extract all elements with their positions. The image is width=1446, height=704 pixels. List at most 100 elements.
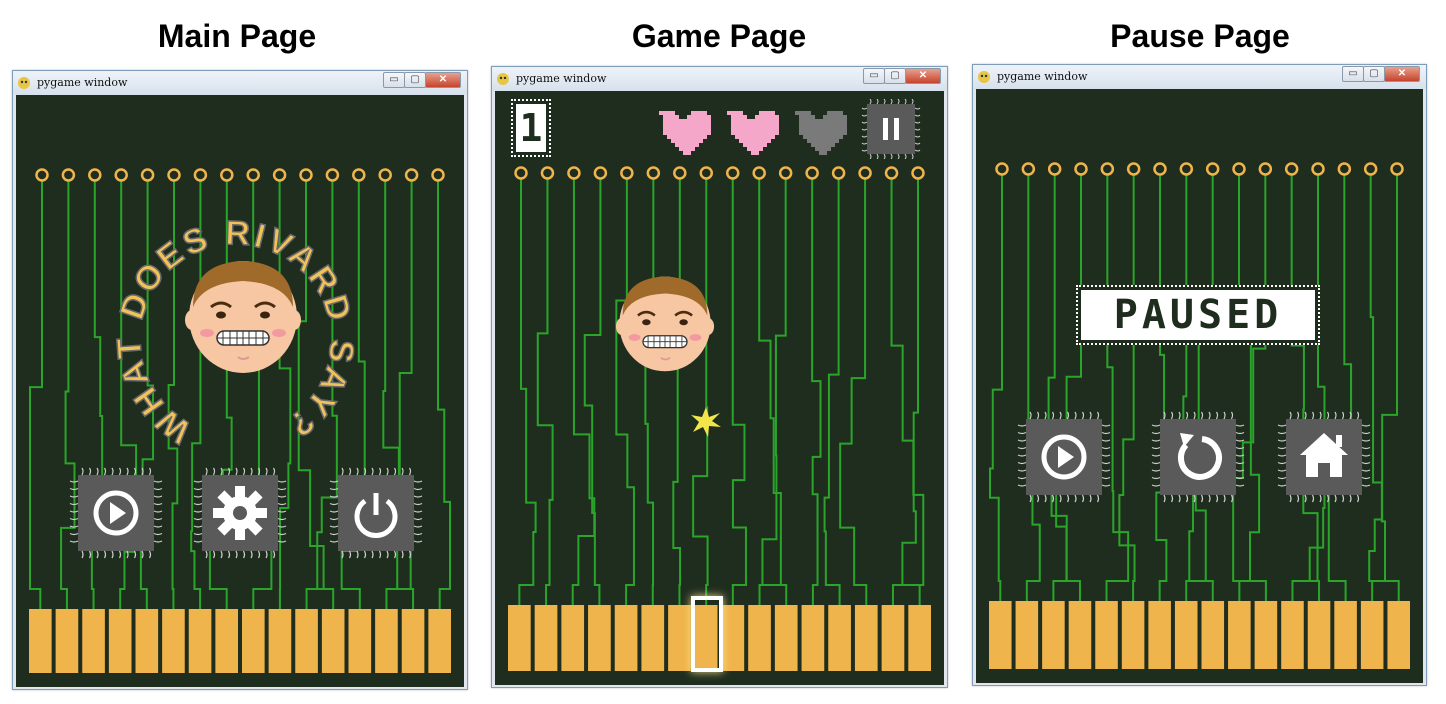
pin [725, 166, 740, 180]
player-cursor[interactable] [691, 596, 723, 672]
pin [620, 166, 634, 180]
pin [593, 166, 608, 180]
paused-title: PAUSED [1076, 285, 1320, 345]
key-slot[interactable] [989, 601, 1012, 669]
maximize-button[interactable]: ▢ [884, 68, 906, 84]
pin [1311, 162, 1325, 176]
key-slot[interactable] [828, 605, 851, 671]
heart-icon [659, 111, 711, 155]
gear-icon [213, 486, 267, 540]
home-icon [1300, 433, 1348, 477]
window-title: pygame window [997, 70, 1088, 83]
pin [1047, 162, 1062, 176]
play-button[interactable] [68, 467, 164, 559]
key-slot[interactable] [614, 605, 638, 671]
pin [567, 166, 581, 180]
pin [514, 166, 528, 180]
game-window: pygame window ▭ ▢ ✕ 1 [491, 66, 948, 688]
key-slot[interactable] [1307, 601, 1331, 669]
title-bar[interactable]: pygame window ▭ ▢ ✕ [973, 65, 1426, 89]
heart-icon [727, 111, 779, 155]
score-display: 1 [511, 99, 551, 157]
pause-window: pygame window ▭ ▢ ✕ PAUSED [972, 64, 1427, 686]
pin [1284, 162, 1299, 176]
key-slot[interactable] [1068, 601, 1092, 669]
key-slot[interactable] [1148, 601, 1171, 669]
pin [884, 166, 899, 180]
key-slot[interactable] [881, 605, 905, 671]
key-slot[interactable] [588, 605, 611, 671]
pin [831, 166, 846, 180]
pin [1390, 162, 1404, 176]
minimize-button[interactable]: ▭ [863, 68, 885, 84]
pin [1205, 162, 1220, 176]
close-button[interactable]: ✕ [1384, 66, 1420, 82]
title-arc: WHAT DOES RIVARD SAY? [109, 213, 359, 451]
key-slot[interactable] [561, 605, 585, 671]
power-icon [354, 493, 398, 538]
title-bar[interactable]: pygame window ▭ ▢ ✕ [492, 67, 947, 91]
play-icon [93, 490, 139, 536]
spark-icon [691, 407, 721, 437]
key-slot[interactable] [1387, 601, 1410, 669]
minimize-button[interactable]: ▭ [1342, 66, 1364, 82]
settings-button[interactable] [192, 467, 288, 559]
maximize-button[interactable]: ▢ [1363, 66, 1385, 82]
pin [1126, 162, 1141, 176]
key-slot[interactable] [1042, 601, 1065, 669]
restart-button[interactable] [1150, 411, 1246, 503]
pin [911, 166, 925, 180]
key-slot[interactable] [774, 605, 798, 671]
pin [540, 166, 555, 180]
minimize-button[interactable]: ▭ [383, 72, 405, 88]
title-bar[interactable]: pygame window ▭ ▢ ✕ [13, 71, 467, 95]
key-slot[interactable] [1174, 601, 1198, 669]
key-slot[interactable] [801, 605, 825, 671]
key-slot[interactable] [1281, 601, 1304, 669]
pin [858, 166, 872, 180]
pause-page-heading: Pause Page [1110, 18, 1290, 54]
window-title: pygame window [37, 76, 128, 89]
score-value: 1 [516, 104, 546, 152]
key-slot[interactable] [748, 605, 771, 671]
close-button[interactable]: ✕ [905, 68, 941, 84]
game-canvas: PAUSED [976, 89, 1423, 683]
pause-icon [883, 118, 899, 140]
key-slot[interactable] [908, 605, 931, 671]
home-button[interactable] [1276, 411, 1372, 503]
key-slot[interactable] [641, 605, 665, 671]
key-slot[interactable] [668, 605, 691, 671]
key-slot[interactable] [1254, 601, 1278, 669]
pin [1363, 162, 1378, 176]
pin [699, 166, 714, 180]
restart-icon [1177, 433, 1222, 480]
pin [778, 166, 793, 180]
pin [995, 162, 1009, 176]
maximize-button[interactable]: ▢ [404, 72, 426, 88]
key-slot[interactable] [534, 605, 558, 671]
pin [752, 166, 766, 180]
key-slot[interactable] [1095, 601, 1118, 669]
circuit-board [989, 162, 1410, 669]
key-slot[interactable] [508, 605, 531, 671]
game-canvas: 1 [495, 91, 944, 685]
key-slot[interactable] [854, 605, 878, 671]
key-slot[interactable] [1121, 601, 1145, 669]
key-slot[interactable] [1201, 601, 1225, 669]
quit-button[interactable] [328, 467, 424, 559]
key-slot[interactable] [1228, 601, 1251, 669]
key-slot[interactable] [1360, 601, 1384, 669]
close-button[interactable]: ✕ [425, 72, 461, 88]
key-slot[interactable] [721, 605, 745, 671]
game-canvas: WHAT DOES RIVARD SAY? [16, 95, 464, 687]
window-title: pygame window [516, 72, 607, 85]
pause-button[interactable] [861, 99, 921, 159]
game-page-heading: Game Page [631, 18, 807, 54]
key-slot[interactable] [1334, 601, 1357, 669]
pygame-icon [497, 73, 509, 85]
pin [673, 166, 687, 180]
main-window: pygame window ▭ ▢ ✕ WHAT DOES RIVARD SAY… [12, 70, 468, 690]
paused-text: PAUSED [1081, 290, 1315, 340]
resume-button[interactable] [1016, 411, 1112, 503]
key-slot[interactable] [1015, 601, 1039, 669]
